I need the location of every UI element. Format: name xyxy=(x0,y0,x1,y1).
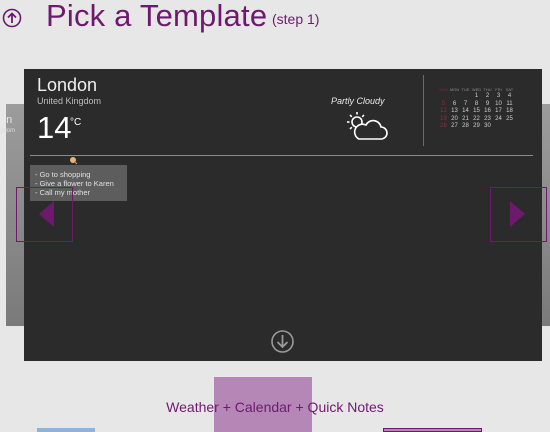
calendar-day: 27 xyxy=(451,123,458,130)
template-thumbnail-right[interactable] xyxy=(383,428,482,432)
calendar-week: 26 27 28 29 30 xyxy=(438,123,528,131)
calendar-day: 17 xyxy=(495,108,502,115)
calendar-day: 4 xyxy=(507,93,512,99)
calendar-day xyxy=(449,93,460,101)
calendar-day: 22 xyxy=(473,115,480,122)
partly-cloudy-icon xyxy=(347,112,388,140)
calendar-day: 15 xyxy=(473,108,480,115)
weather-condition: Partly Cloudy xyxy=(331,96,385,106)
template-thumbnail-left[interactable] xyxy=(37,428,95,432)
card-divider xyxy=(30,155,533,156)
previous-template-text: on xyxy=(0,114,13,126)
mini-calendar: SUN MON TUE WED THU FRI SAT 1 2 3 4 5 6 … xyxy=(438,87,528,131)
calendar-day: 25 xyxy=(506,115,513,122)
weekday-label: WED xyxy=(471,87,482,92)
calendar-day: 24 xyxy=(495,115,502,122)
calendar-weekday-header: SUN MON TUE WED THU FRI SAT xyxy=(438,87,528,92)
calendar-day xyxy=(460,93,471,101)
calendar-day: 7 xyxy=(463,100,468,107)
calendar-day: 1 xyxy=(474,93,479,99)
weekday-label: FRI xyxy=(495,87,502,92)
calendar-day: 8 xyxy=(474,100,479,107)
weekday-label: SAT xyxy=(505,87,514,92)
calendar-day: 5 xyxy=(441,100,446,107)
template-name: Weather + Calendar + Quick Notes xyxy=(166,399,384,415)
weekday-label: TUE xyxy=(461,87,470,92)
weather-calendar-divider xyxy=(423,75,424,146)
calendar-week: 12 13 14 15 16 17 18 xyxy=(438,108,528,116)
calendar-day: 14 xyxy=(462,108,469,115)
previous-template-button[interactable] xyxy=(16,187,73,242)
calendar-day: 16 xyxy=(484,108,491,115)
calendar-day: 20 xyxy=(451,115,458,122)
calendar-week: 5 6 7 8 9 10 11 xyxy=(438,101,528,109)
calendar-day: 12 xyxy=(440,108,447,115)
calendar-day: 9 xyxy=(485,100,490,107)
calendar-day: 26 xyxy=(440,123,447,130)
calendar-week: 1 2 3 4 xyxy=(438,93,528,101)
calendar-day: 23 xyxy=(484,115,491,122)
calendar-day: 21 xyxy=(462,115,469,122)
calendar-day xyxy=(493,123,504,131)
calendar-day: 28 xyxy=(462,123,469,130)
calendar-day xyxy=(504,123,515,131)
weekday-label: MON xyxy=(449,87,460,92)
weather-temperature: 14 xyxy=(37,110,72,145)
calendar-day: 11 xyxy=(506,100,513,107)
right-arrow-icon xyxy=(510,201,525,227)
weather-city: London xyxy=(37,75,98,95)
calendar-day: 2 xyxy=(485,93,490,99)
weather-temperature-unit: °C xyxy=(70,117,82,128)
note-item: - Go to shopping xyxy=(35,170,91,179)
calendar-day: 6 xyxy=(452,100,457,107)
weather-country: United Kingdom xyxy=(37,96,102,106)
step-label: (step 1) xyxy=(272,11,320,27)
previous-template-subtext: gdom xyxy=(0,128,16,134)
calendar-day: 18 xyxy=(506,108,513,115)
calendar-day xyxy=(438,93,449,101)
weekday-label: SUN xyxy=(439,87,448,92)
page-title: Pick a Template xyxy=(46,0,268,33)
pushpin-icon xyxy=(70,157,78,165)
calendar-day: 29 xyxy=(473,123,480,130)
circle-up-arrow-icon[interactable] xyxy=(2,8,22,28)
left-arrow-icon xyxy=(39,201,54,227)
calendar-week: 19 20 21 22 23 24 25 xyxy=(438,116,528,124)
calendar-day: 30 xyxy=(484,123,491,130)
circle-down-arrow-icon[interactable] xyxy=(270,329,295,354)
calendar-day: 10 xyxy=(495,100,502,107)
weekday-label: THU xyxy=(483,87,492,92)
calendar-day: 19 xyxy=(440,115,447,122)
next-template-button[interactable] xyxy=(490,187,547,242)
calendar-day: 3 xyxy=(496,93,501,99)
calendar-day: 13 xyxy=(451,108,458,115)
